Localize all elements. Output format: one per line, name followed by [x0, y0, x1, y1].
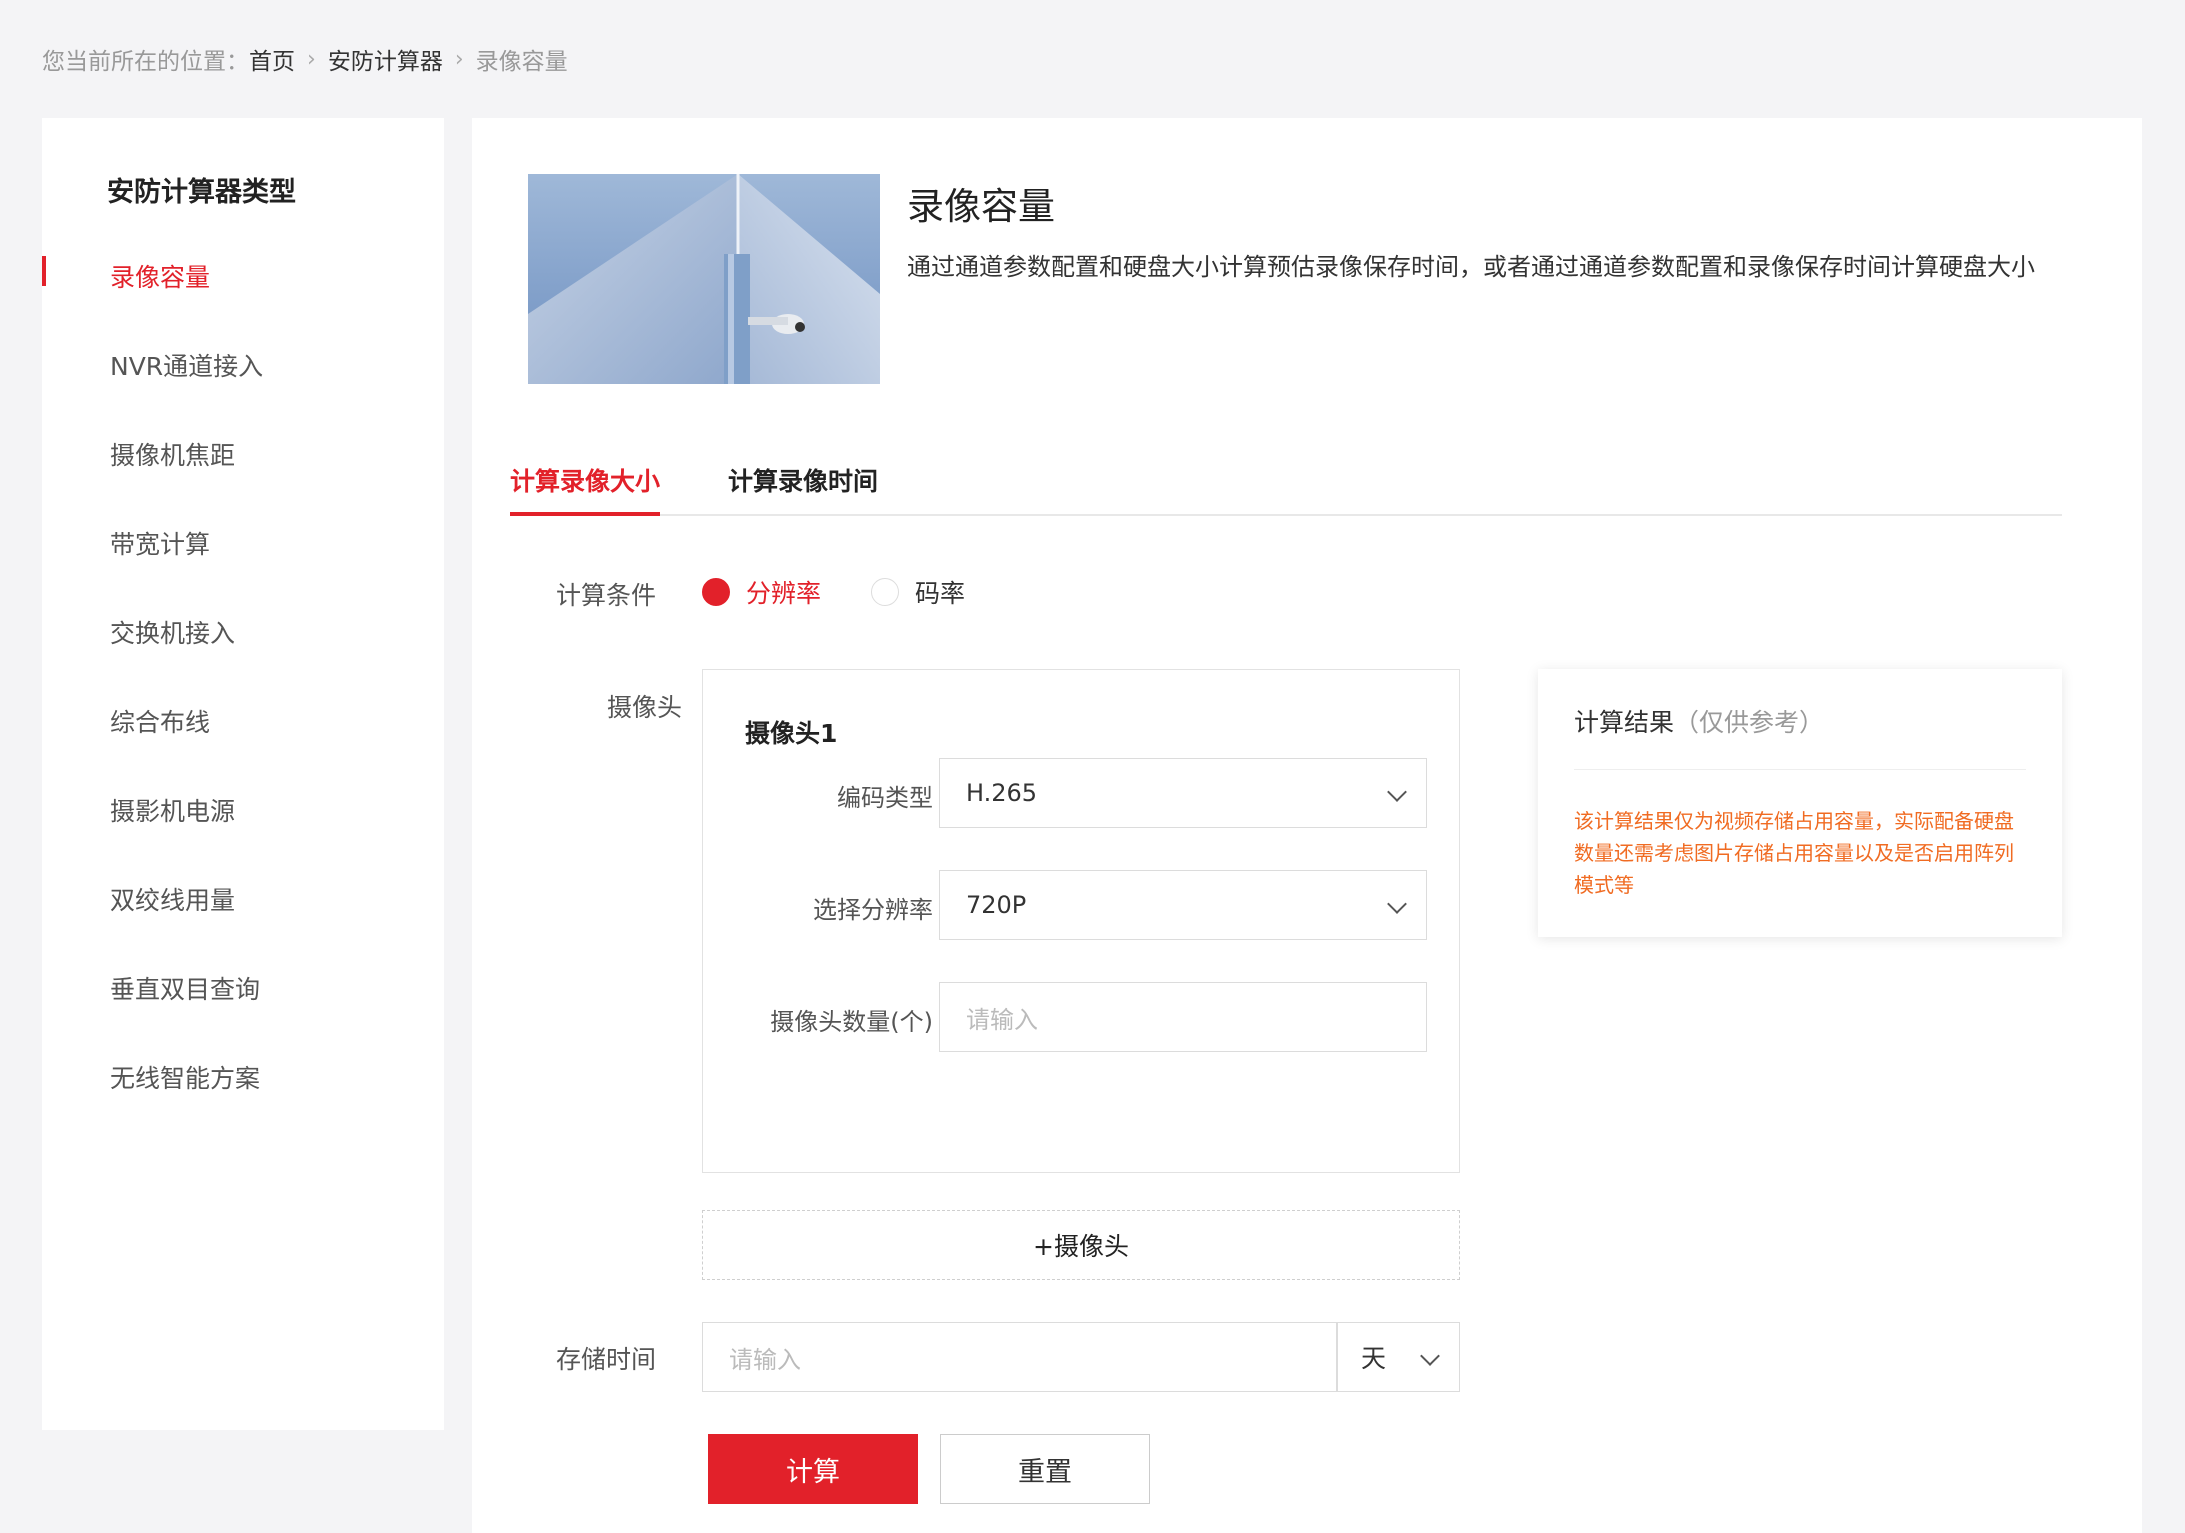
codec-value: H.265 [966, 779, 1038, 807]
camera-building-image [528, 174, 880, 384]
storage-time-input[interactable]: 请输入 [702, 1322, 1338, 1392]
codec-label: 编码类型 [837, 784, 933, 812]
camera-count-label: 摄像头数量(个) [770, 1008, 933, 1036]
result-card: 计算结果（仅供参考） 该计算结果仅为视频存储占用容量，实际配备硬盘数量还需考虑图… [1538, 669, 2062, 937]
breadcrumb-prefix: 您当前所在的位置： [42, 49, 249, 75]
result-subtitle: （仅供参考） [1674, 708, 1825, 737]
storage-time-placeholder: 请输入 [729, 1345, 801, 1374]
result-title: 计算结果（仅供参考） [1574, 703, 1824, 739]
sidebar-item-nvr-channel[interactable]: NVR通道接入 [110, 347, 263, 383]
sidebar-item-binocular[interactable]: 垂直双目查询 [110, 970, 260, 1006]
sidebar-item-power[interactable]: 摄影机电源 [110, 792, 235, 828]
codec-select[interactable]: H.265 [939, 758, 1427, 828]
storage-time-label: 存储时间 [556, 1345, 657, 1374]
camera-title: 摄像头1 [745, 719, 838, 748]
page-title: 录像容量 [907, 185, 1055, 228]
camera-card: 摄像头1 编码类型 H.265 选择分辨率 720P 摄像头数量(个) 请输入 [702, 669, 1460, 1173]
resolution-value: 720P [966, 891, 1027, 919]
breadcrumb-current: 录像容量 [475, 49, 568, 75]
breadcrumb: 您当前所在的位置： 首页 › 安防计算器 › 录像容量 [42, 42, 568, 76]
page-description: 通过通道参数配置和硬盘大小计算预估录像保存时间，或者通过通道参数配置和录像保存时… [907, 253, 2035, 281]
sidebar-item-bandwidth[interactable]: 带宽计算 [110, 525, 210, 561]
radio-bitrate-label: 码率 [915, 579, 966, 608]
sidebar: 安防计算器类型 录像容量 NVR通道接入 摄像机焦距 带宽计算 交换机接入 综合… [42, 118, 444, 1430]
sidebar-item-cabling[interactable]: 综合布线 [110, 703, 210, 739]
result-note: 该计算结果仅为视频存储占用容量，实际配备硬盘数量还需考虑图片存储占用容量以及是否… [1574, 809, 2014, 897]
resolution-label: 选择分辨率 [813, 896, 933, 924]
condition-label: 计算条件 [556, 581, 657, 610]
add-camera-button[interactable]: +摄像头 [702, 1210, 1460, 1280]
calculate-button[interactable]: 计算 [708, 1434, 918, 1504]
radio-bitrate[interactable]: 码率 [871, 574, 965, 610]
chevron-down-icon [1420, 1346, 1440, 1366]
radio-resolution-label: 分辨率 [746, 579, 822, 608]
reset-button[interactable]: 重置 [940, 1434, 1150, 1504]
chevron-right-icon: › [307, 46, 316, 72]
camera-count-input[interactable]: 请输入 [939, 982, 1427, 1052]
camera-count-placeholder: 请输入 [966, 1005, 1038, 1034]
resolution-select[interactable]: 720P [939, 870, 1427, 940]
chevron-right-icon: › [454, 46, 464, 72]
tab-bar: 计算录像大小 计算录像时间 [510, 462, 2062, 516]
sidebar-item-twisted-pair[interactable]: 双绞线用量 [110, 881, 235, 917]
chevron-down-icon [1387, 782, 1407, 802]
storage-unit-value: 天 [1361, 1344, 1387, 1373]
result-title-text: 计算结果 [1574, 708, 1675, 737]
sidebar-item-recording-capacity[interactable]: 录像容量 [110, 258, 210, 294]
breadcrumb-calculator-link[interactable]: 安防计算器 [328, 42, 443, 76]
main-panel: 录像容量 通过通道参数配置和硬盘大小计算预估录像保存时间，或者通过通道参数配置和… [472, 118, 2142, 1533]
tab-calc-time[interactable]: 计算录像时间 [728, 462, 878, 512]
divider [1574, 769, 2026, 770]
sidebar-item-switch[interactable]: 交换机接入 [110, 614, 235, 650]
radio-checked-icon [702, 578, 730, 606]
radio-resolution[interactable]: 分辨率 [702, 574, 821, 610]
radio-unchecked-icon [871, 578, 900, 606]
active-indicator [42, 256, 46, 286]
sidebar-title: 安防计算器类型 [107, 177, 296, 208]
sidebar-item-wireless[interactable]: 无线智能方案 [110, 1059, 260, 1095]
tab-calc-size[interactable]: 计算录像大小 [510, 462, 661, 516]
sidebar-item-camera-focal[interactable]: 摄像机焦距 [110, 436, 235, 472]
chevron-down-icon [1387, 894, 1407, 914]
breadcrumb-home-link[interactable]: 首页 [249, 42, 295, 76]
camera-label: 摄像头 [607, 693, 683, 722]
condition-radio-group: 分辨率 码率 [702, 574, 1015, 610]
storage-unit-select[interactable]: 天 [1336, 1322, 1460, 1392]
